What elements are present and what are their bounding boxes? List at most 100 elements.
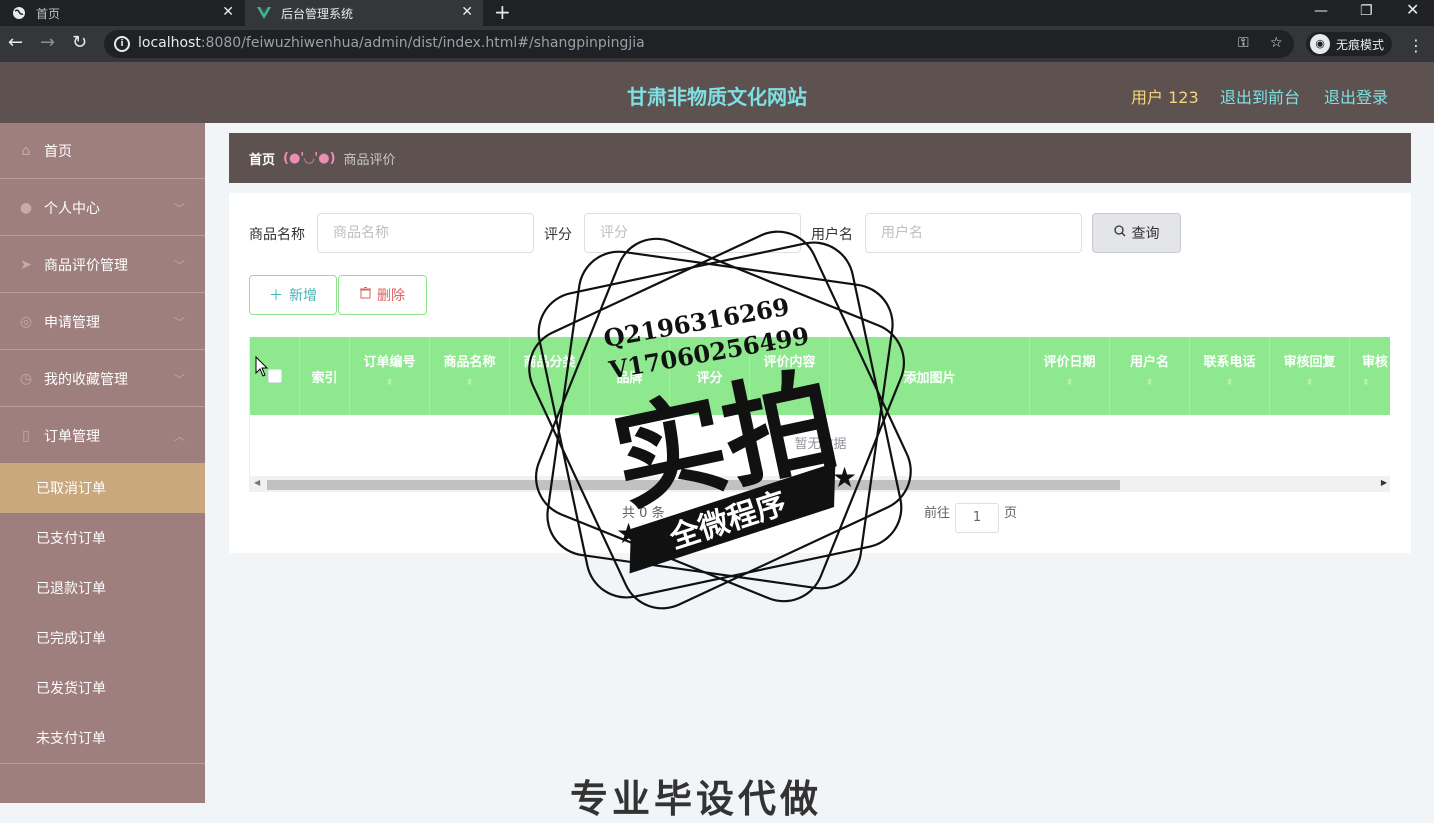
app-header: 甘肃非物质文化网站 用户 123 退出到前台 退出登录 — [0, 62, 1434, 123]
vue-logo-icon — [257, 6, 271, 20]
pager-suffix: 页 — [1004, 506, 1018, 521]
sort-icon: ⬍ — [1362, 378, 1370, 388]
star-icon[interactable]: ☆ — [1270, 35, 1283, 51]
sidebar-item-label: 我的收藏管理 — [44, 371, 128, 388]
chevron-down-icon: ﹀ — [174, 316, 185, 329]
sidebar-item-orders[interactable]: ▯ 订单管理 ︿ — [0, 408, 205, 464]
sidebar-sub-completed[interactable]: 已完成订单 — [0, 613, 205, 663]
tab-title: 首页 — [36, 6, 61, 21]
sidebar-divider — [0, 763, 205, 764]
add-label: 新增 — [289, 288, 317, 304]
sidebar-sub-refunded[interactable]: 已退款订单 — [0, 563, 205, 613]
sidebar-sub-cancelled[interactable]: 已取消订单 — [0, 463, 205, 513]
trash-icon — [360, 287, 371, 303]
sidebar-item-label: 个人中心 — [44, 200, 100, 217]
product-name-input[interactable]: 商品名称 — [317, 213, 534, 253]
column-header[interactable]: 订单编号 ⬍ — [350, 337, 430, 415]
watermark-stamp: Q2196316269 V17060256499 实拍 全微程序 ★ ★ — [528, 230, 912, 610]
browser-tab-strip: 首页 ✕ 后台管理系统 ✕ + — ❐ ✕ — [0, 0, 1434, 26]
chevron-down-icon: ﹀ — [174, 259, 185, 272]
clock-icon: ◷ — [19, 370, 33, 387]
exit-to-front-link[interactable]: 退出到前台 — [1220, 84, 1300, 108]
globe-icon — [12, 6, 26, 20]
column-header[interactable]: 审核 ⬍ — [1350, 337, 1390, 415]
sort-icon: ⬍ — [385, 378, 394, 388]
incognito-label: 无痕模式 — [1336, 37, 1385, 52]
key-icon[interactable]: ⚿ — [1238, 35, 1249, 51]
restore-icon[interactable]: ❐ — [1360, 4, 1373, 18]
bottom-watermark: 专业毕设代做 — [570, 777, 823, 821]
home-icon: ⌂ — [21, 142, 31, 159]
user-icon: ● — [19, 199, 33, 216]
sidebar-item-reviews[interactable]: ➤ 商品评价管理 ﹀ — [0, 237, 205, 293]
column-header[interactable]: 评价日期 ⬍ — [1030, 337, 1110, 415]
chevron-down-icon: ﹀ — [174, 202, 185, 215]
chevron-down-icon: ﹀ — [174, 373, 185, 386]
query-button[interactable]: 查询 — [1092, 213, 1181, 253]
close-tab-icon[interactable]: ✕ — [461, 4, 473, 20]
breadcrumb-home[interactable]: 首页 — [249, 149, 275, 168]
sidebar-item-label: 商品评价管理 — [44, 257, 128, 274]
url-text: localhost:8080/feiwuzhiwenhua/admin/dist… — [138, 35, 645, 51]
star-icon: ★ — [832, 461, 857, 494]
breadcrumb: 首页 (●'◡'●) 商品评价 — [229, 133, 1411, 183]
reload-icon[interactable]: ↻ — [72, 34, 87, 52]
sidebar-sub-unpaid[interactable]: 未支付订单 — [0, 713, 205, 763]
scroll-left-icon[interactable]: ◀ — [254, 478, 260, 487]
browser-tab-admin[interactable]: 后台管理系统 ✕ — [245, 0, 483, 26]
delete-label: 删除 — [377, 288, 405, 304]
sidebar-item-applications[interactable]: ◎ 申请管理 ﹀ — [0, 294, 205, 350]
star-icon: ★ — [616, 517, 641, 550]
site-info-icon[interactable]: i — [114, 36, 130, 52]
column-header: 索引 — [300, 337, 350, 415]
current-user: 用户 123 — [1131, 88, 1199, 107]
pager-page-input[interactable]: 1 — [955, 503, 999, 533]
add-button[interactable]: ＋ 新增 — [249, 275, 337, 315]
product-name-label: 商品名称 — [249, 227, 305, 243]
sidebar-sub-shipped[interactable]: 已发货订单 — [0, 663, 205, 713]
back-icon[interactable]: ← — [8, 34, 23, 52]
send-icon: ➤ — [20, 256, 32, 273]
mouse-cursor-icon — [255, 356, 269, 377]
column-header[interactable]: 用户名 ⬍ — [1110, 337, 1190, 415]
sidebar-sub-paid[interactable]: 已支付订单 — [0, 513, 205, 563]
browser-toolbar: ← → ↻ i localhost:8080/feiwuzhiwenhua/ad… — [0, 26, 1434, 62]
sidebar-item-home[interactable]: ⌂ 首页 — [0, 123, 205, 179]
mobile-icon: ▯ — [22, 427, 30, 444]
sort-icon: ⬍ — [1145, 378, 1154, 388]
browser-tab-home[interactable]: 首页 ✕ — [0, 0, 244, 26]
breadcrumb-current: 商品评价 — [343, 152, 396, 168]
chevron-up-icon: ︿ — [174, 430, 185, 443]
incognito-icon: ◉ — [1310, 34, 1330, 54]
new-tab-button[interactable]: + — [494, 0, 511, 24]
forward-icon[interactable]: → — [40, 34, 55, 52]
sidebar-item-label: 申请管理 — [44, 314, 100, 331]
address-bar[interactable]: i localhost:8080/feiwuzhiwenhua/admin/di… — [104, 30, 1294, 58]
column-header[interactable]: 商品名称 ⬍ — [430, 337, 510, 415]
minimize-icon[interactable]: — — [1314, 4, 1328, 18]
breadcrumb-separator: (●'◡'●) — [283, 150, 336, 166]
close-tab-icon[interactable]: ✕ — [222, 4, 234, 20]
plus-icon: ＋ — [269, 288, 283, 304]
sort-icon: ⬍ — [1305, 378, 1314, 388]
site-title: 甘肃非物质文化网站 — [627, 85, 807, 109]
sidebar-item-label: 订单管理 — [44, 428, 100, 445]
browser-menu-icon[interactable]: ⋮ — [1408, 36, 1424, 55]
window-close-icon[interactable]: ✕ — [1406, 2, 1419, 18]
pager-goto-label: 前往 — [924, 506, 951, 521]
select-all-checkbox[interactable] — [268, 369, 282, 383]
compass-icon: ◎ — [19, 313, 33, 330]
sidebar-item-favorites[interactable]: ◷ 我的收藏管理 ﹀ — [0, 351, 205, 407]
logout-link[interactable]: 退出登录 — [1324, 84, 1388, 108]
tab-title: 后台管理系统 — [281, 6, 354, 21]
column-header[interactable]: 审核回复 ⬍ — [1270, 337, 1350, 415]
sidebar-item-profile[interactable]: ● 个人中心 ﹀ — [0, 180, 205, 236]
search-icon — [1113, 225, 1126, 241]
column-header[interactable]: 联系电话 ⬍ — [1190, 337, 1270, 415]
incognito-badge[interactable]: ◉ 无痕模式 — [1306, 32, 1392, 56]
scroll-right-icon[interactable]: ▶ — [1381, 478, 1387, 487]
sort-icon: ⬍ — [1065, 378, 1074, 388]
sidebar: ⌂ 首页 ● 个人中心 ﹀ ➤ 商品评价管理 ﹀ ◎ 申请管理 ﹀ ◷ 我的收藏… — [0, 123, 205, 803]
query-label: 查询 — [1131, 226, 1160, 242]
delete-button[interactable]: 删除 — [338, 275, 427, 315]
